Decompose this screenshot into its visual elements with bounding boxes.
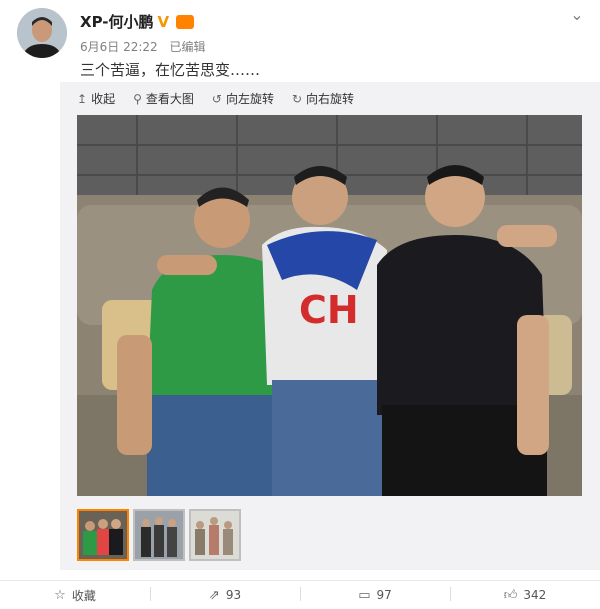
view-large-button[interactable]: ⚲ 查看大图	[133, 90, 194, 107]
like-count: 342	[523, 588, 547, 602]
post-meta: 6月6日 22:22 已编辑	[80, 38, 206, 55]
rotate-right-button[interactable]: ↻ 向右旋转	[292, 90, 354, 107]
favorite-label: 收藏	[71, 588, 96, 603]
like-icon: 👍︎	[503, 587, 518, 603]
thumbnail-3[interactable]	[189, 509, 241, 561]
author-name[interactable]: XP-何小鹏 V	[80, 11, 194, 32]
comment-icon: ▭	[358, 587, 371, 603]
post-date[interactable]: 6月6日 22:22	[80, 40, 158, 54]
chevron-down-icon[interactable]: ⌄	[568, 6, 586, 24]
rotate-right-label: 向右旋转	[306, 92, 355, 106]
media-toolbar: ↥ 收起 ⚲ 查看大图 ↺ 向左旋转 ↻ 向右旋转	[77, 90, 354, 107]
collapse-label: 收起	[91, 92, 116, 106]
thumbnail-2[interactable]	[133, 509, 185, 561]
rotate-left-icon: ↺	[211, 91, 222, 106]
favorite-icon: ☆	[54, 587, 66, 603]
comment-button[interactable]: ▭ 97	[300, 581, 450, 609]
collapse-button[interactable]: ↥ 收起	[77, 90, 115, 107]
comment-count: 97	[376, 588, 392, 602]
like-button[interactable]: 👍︎ 342	[450, 581, 600, 609]
verified-icon: V	[157, 12, 170, 31]
repost-button[interactable]: ⇗ 93	[150, 581, 300, 609]
post-text: 三个苦逼，在忆苦思变……	[80, 61, 261, 79]
thumbnail-1[interactable]	[77, 509, 129, 561]
collapse-icon: ↥	[77, 91, 88, 106]
zoom-icon: ⚲	[133, 91, 142, 106]
thumbnail-strip	[77, 509, 241, 561]
view-large-label: 查看大图	[145, 92, 194, 106]
svg-text:CH: CH	[299, 288, 359, 332]
author-name-text[interactable]: XP-何小鹏	[80, 11, 154, 32]
avatar[interactable]	[17, 8, 67, 58]
action-bar: ☆ 收藏 ⇗ 93 ▭ 97 👍︎ 342	[0, 580, 600, 609]
favorite-button[interactable]: ☆ 收藏	[0, 581, 150, 609]
main-photo[interactable]: CH	[77, 115, 582, 496]
member-badge-icon[interactable]	[175, 14, 194, 29]
repost-icon: ⇗	[208, 587, 220, 603]
rotate-left-label: 向左旋转	[225, 92, 274, 106]
rotate-right-icon: ↻	[291, 91, 303, 106]
repost-count: 93	[225, 588, 242, 602]
edited-label: 已编辑	[169, 40, 206, 54]
rotate-left-button[interactable]: ↺ 向左旋转	[212, 90, 274, 107]
